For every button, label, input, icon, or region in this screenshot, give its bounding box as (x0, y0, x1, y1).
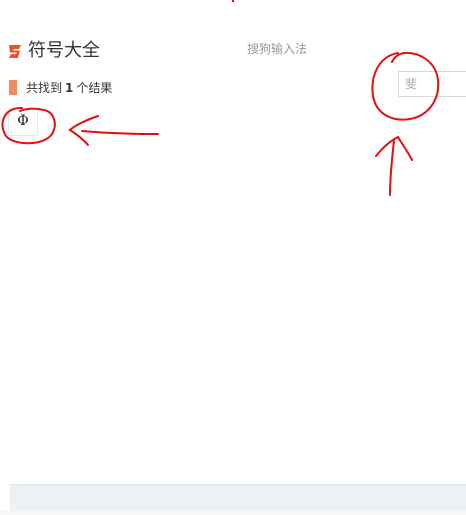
result-marker (9, 80, 17, 95)
annotation-arrow-left (68, 115, 99, 146)
symbol-cell-phi[interactable]: Φ (8, 108, 38, 136)
footer-divider (0, 511, 466, 515)
result-count: 共找到 1 个结果 (26, 81, 112, 96)
search-input[interactable]: 斐 (398, 71, 466, 97)
annotation-arrow-shaft-up (389, 140, 395, 196)
result-count-prefix: 共找到 (26, 81, 63, 95)
search-input-value: 斐 (405, 77, 418, 91)
annotation-arrow-shaft-left (81, 130, 159, 135)
sogou-s-icon (9, 45, 21, 58)
annotation-arrow-up (375, 135, 413, 161)
hand-drawn-annotations (1, 51, 440, 196)
app-subtitle: 搜狗输入法 (247, 42, 308, 56)
result-count-suffix: 个结果 (76, 81, 113, 95)
page-title: 符号大全 (28, 40, 100, 61)
footer-bar (10, 484, 466, 511)
stray-red-dot (232, 0, 234, 2)
symbol-dictionary-page: 符号大全 搜狗输入法 斐 共找到 1 个结果 Φ (0, 0, 466, 515)
result-count-number: 1 (65, 81, 74, 95)
